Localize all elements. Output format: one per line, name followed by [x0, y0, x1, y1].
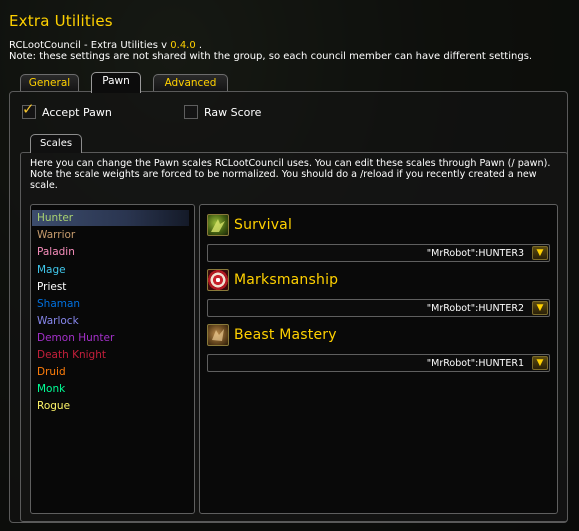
raw-score-checkbox[interactable] [184, 105, 198, 119]
chevron-down-icon[interactable]: ▼ [532, 246, 548, 260]
settings-note: Note: these settings are not shared with… [9, 51, 533, 62]
class-item-mage[interactable]: Mage [37, 262, 66, 278]
class-item-druid[interactable]: Druid [37, 364, 66, 380]
marksmanship-scale-dropdown[interactable]: "MrRobot":HUNTER2 ▼ [207, 299, 550, 317]
accept-pawn-checkbox[interactable]: ✓ [22, 100, 36, 119]
addon-name: RCLootCouncil - Extra Utilities v [9, 40, 168, 51]
chevron-down-icon[interactable]: ▼ [532, 301, 548, 315]
class-item-rogue[interactable]: Rogue [37, 398, 70, 414]
raw-score-option[interactable]: Raw Score [184, 105, 261, 119]
beast-mastery-spec-icon [207, 324, 229, 346]
checkmark-icon: ✓ [22, 100, 35, 118]
class-list: Hunter Warrior Paladin Mage Priest Shama… [30, 204, 195, 514]
addon-version-line: RCLootCouncil - Extra Utilities v 0.4.0 … [9, 40, 202, 51]
class-item-shaman[interactable]: Shaman [37, 296, 80, 312]
marksmanship-spec-icon [207, 269, 229, 291]
scales-description: Here you can change the Pawn scales RCLo… [30, 158, 551, 191]
extra-utilities-window: Extra Utilities RCLootCouncil - Extra Ut… [0, 0, 579, 531]
beast-mastery-scale-value: "MrRobot":HUNTER1 [426, 358, 524, 369]
tab-scales[interactable]: Scales [30, 134, 82, 153]
class-item-hunter[interactable]: Hunter [32, 210, 189, 226]
chevron-down-icon[interactable]: ▼ [532, 356, 548, 370]
tab-general[interactable]: General [20, 74, 79, 91]
class-item-monk[interactable]: Monk [37, 381, 65, 397]
marksmanship-scale-value: "MrRobot":HUNTER2 [426, 303, 524, 314]
accept-pawn-option[interactable]: ✓ Accept Pawn [22, 100, 112, 119]
version-suffix: . [195, 40, 203, 51]
spec-name-beast-mastery: Beast Mastery [234, 327, 337, 343]
beast-mastery-scale-dropdown[interactable]: "MrRobot":HUNTER1 ▼ [207, 354, 550, 372]
survival-scale-value: "MrRobot":HUNTER3 [426, 248, 524, 259]
raw-score-label: Raw Score [204, 105, 262, 119]
window-title: Extra Utilities [9, 12, 113, 30]
tab-advanced[interactable]: Advanced [153, 74, 228, 91]
class-item-demon-hunter[interactable]: Demon Hunter [37, 330, 114, 346]
class-item-death-knight[interactable]: Death Knight [37, 347, 106, 363]
accept-pawn-label: Accept Pawn [42, 105, 112, 119]
class-item-priest[interactable]: Priest [37, 279, 66, 295]
class-item-paladin[interactable]: Paladin [37, 244, 75, 260]
version-number: 0.4.0 [170, 40, 196, 51]
tab-pawn[interactable]: Pawn [91, 72, 141, 93]
spec-name-marksmanship: Marksmanship [234, 272, 339, 288]
survival-scale-dropdown[interactable]: "MrRobot":HUNTER3 ▼ [207, 244, 550, 262]
class-item-warlock[interactable]: Warlock [37, 313, 79, 329]
spec-name-survival: Survival [234, 217, 293, 233]
survival-spec-icon [207, 214, 229, 236]
class-item-warrior[interactable]: Warrior [37, 227, 75, 243]
